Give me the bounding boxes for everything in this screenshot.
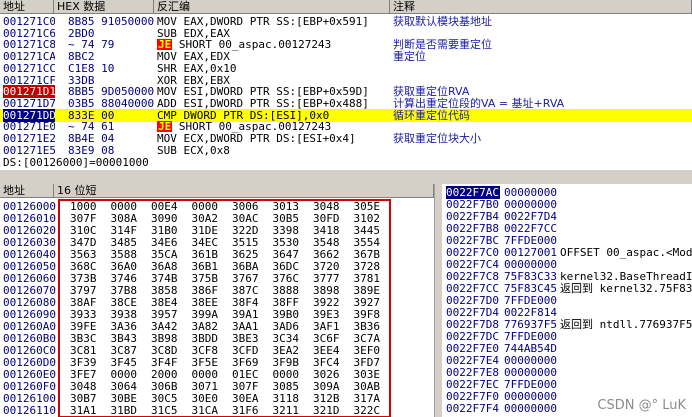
disasm-instruction[interactable]: SUB ECX,0x8 <box>157 144 389 157</box>
dump-word[interactable]: 31A1 <box>70 404 108 417</box>
dump-header-address[interactable]: 地址 <box>0 184 54 198</box>
dump-word[interactable]: 321D <box>313 404 351 417</box>
jump-mnemonic: JE <box>157 38 173 52</box>
disasm-comment[interactable] <box>393 144 691 157</box>
disasm-header-asm[interactable]: 反汇编 <box>154 0 390 14</box>
disasm-hex-bytes[interactable]: 83E9 08 <box>68 144 154 157</box>
disassembly-pane[interactable]: 地址 HEX 数据 反汇编 注释 001271C0 8B85 91050000 MO… <box>0 0 692 170</box>
disasm-header-hex[interactable]: HEX 数据 <box>54 0 154 14</box>
instruction-text: SUB ECX,0x8 <box>157 143 230 157</box>
dump-header-data[interactable]: 16 位短 <box>54 184 434 198</box>
dump-pane[interactable]: 地址 16 位短 00126000 1000 0000 00E4 0000 3006 301… <box>0 184 434 417</box>
disasm-row[interactable]: 001271E5 83E9 08 SUB ECX,0x8 <box>0 144 692 157</box>
stack-value[interactable]: 00000000 <box>504 402 558 415</box>
disasm-header-comment[interactable]: 注释 <box>390 0 692 14</box>
disasm-header-address[interactable]: 地址 <box>0 0 54 14</box>
dump-address[interactable]: 00126110 <box>3 404 57 417</box>
dump-word[interactable]: 31C5 <box>151 404 189 417</box>
stack-address[interactable]: 0022F7F4 <box>446 402 500 415</box>
stack-pane[interactable]: 0022F7AC 00000000 0022F7B0 00000000 0022F7B4… <box>442 184 692 417</box>
dump-word[interactable]: 31F6 <box>232 404 270 417</box>
dump-word[interactable]: 31CA <box>192 404 230 417</box>
watermark: CSDN @° LuK <box>597 398 686 413</box>
disasm-address[interactable]: 001271E5 <box>3 144 55 157</box>
jump-mnemonic: JE <box>157 120 173 134</box>
pane-splitter[interactable] <box>0 170 692 184</box>
dump-word[interactable]: 31BD <box>111 404 149 417</box>
disasm-status-line: DS:[00126000]=00001000 <box>3 156 149 169</box>
dump-word[interactable]: 3211 <box>273 404 311 417</box>
dump-word[interactable]: 322C <box>354 404 392 417</box>
dump-row[interactable]: 00126110 31A1 31BD 31C5 31CA 31F6 3211 321D 322C <box>0 404 434 417</box>
